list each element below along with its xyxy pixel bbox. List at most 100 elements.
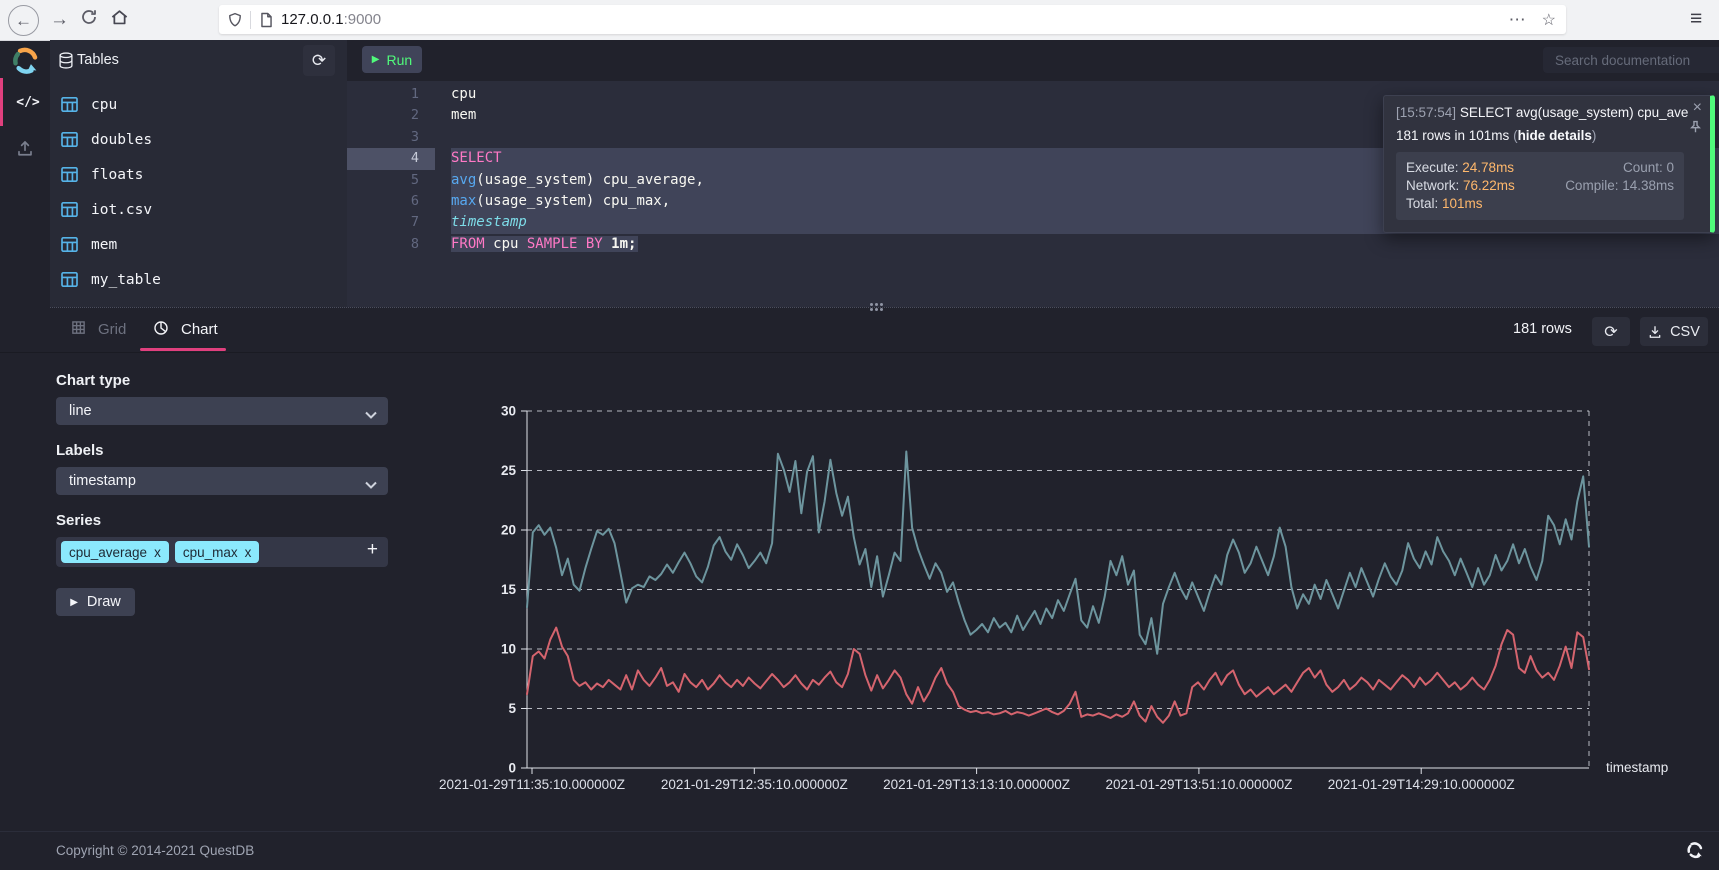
add-series-button[interactable]: + [367, 539, 378, 561]
questdb-logo[interactable] [11, 46, 40, 80]
table-row[interactable]: my_table [50, 262, 347, 297]
browser-refresh-icon[interactable] [80, 8, 98, 30]
svg-text:5: 5 [508, 701, 516, 716]
svg-text:15: 15 [501, 582, 517, 597]
csv-export-button[interactable]: CSV [1640, 317, 1708, 346]
page-icon [260, 12, 273, 28]
browser-menu-icon[interactable]: ≡ [1690, 8, 1702, 29]
bookmark-star-icon[interactable]: ☆ [1542, 10, 1556, 30]
remove-series-icon[interactable]: x [245, 545, 252, 560]
questdb-footer-logo[interactable] [1686, 841, 1704, 864]
url-text: 127.0.0.1:9000 [281, 11, 381, 28]
browser-toolbar: ← → 127.0.0.1:9000 [0, 0, 1719, 41]
notification-summary: 181 rows in 101ms (hide details) [1396, 128, 1596, 143]
table-icon [61, 97, 78, 112]
tables-panel-title: Tables [77, 52, 119, 68]
chart-type-label: Chart type [56, 372, 130, 389]
svg-text:2021-01-29T13:51:10.000000Z: 2021-01-29T13:51:10.000000Z [1105, 777, 1292, 792]
svg-text:0: 0 [508, 761, 516, 776]
svg-text:2021-01-29T12:35:10.000000Z: 2021-01-29T12:35:10.000000Z [661, 777, 848, 792]
download-icon [1648, 325, 1662, 339]
pane-drag-handle[interactable] [870, 303, 873, 306]
table-name: doubles [91, 132, 152, 148]
svg-text:25: 25 [501, 463, 517, 478]
line-number: 3 [347, 127, 435, 148]
questdb-console-window: ← → 127.0.0.1:9000 [0, 0, 1719, 870]
browser-forward-icon[interactable]: → [50, 10, 69, 29]
svg-text:10: 10 [501, 642, 516, 657]
pin-icon[interactable] [1690, 120, 1701, 138]
line-number: 6 [347, 191, 435, 212]
svg-text:2021-01-29T11:35:10.000000Z: 2021-01-29T11:35:10.000000Z [439, 777, 625, 792]
tab-chart[interactable]: Chart [153, 308, 218, 351]
database-icon [58, 52, 74, 69]
svg-text:20: 20 [501, 523, 516, 538]
table-row[interactable]: floats [50, 157, 347, 192]
series-input[interactable]: cpu_average x cpu_max x + [56, 537, 388, 567]
address-bar[interactable]: 127.0.0.1:9000 ⋯ ☆ [219, 5, 1566, 34]
close-icon[interactable]: × [1693, 99, 1702, 117]
remove-series-icon[interactable]: x [154, 545, 161, 560]
upload-icon [16, 139, 34, 162]
series-chip-label: cpu_max [183, 545, 238, 560]
shield-icon[interactable] [228, 12, 242, 28]
tab-grid[interactable]: Grid [71, 308, 126, 351]
browser-home-icon[interactable] [110, 8, 129, 31]
table-row[interactable]: iot.csv [50, 192, 347, 227]
grid-icon [71, 320, 86, 339]
svg-text:30: 30 [501, 404, 516, 419]
notification-query: [15:57:54] SELECT avg(usage_system) cpu_… [1396, 105, 1688, 120]
play-icon: ▶ [70, 597, 78, 608]
table-name: iot.csv [91, 202, 152, 218]
editor-toolbar: ▶ Run [347, 40, 1719, 81]
footer: Copyright © 2014-2021 QuestDB [0, 831, 1719, 870]
search-documentation-input[interactable] [1543, 47, 1719, 73]
table-icon [61, 202, 78, 217]
svg-text:timestamp: timestamp [1606, 760, 1668, 775]
line-number: 4 [347, 148, 435, 169]
labels-label: Labels [56, 442, 104, 459]
series-chip[interactable]: cpu_average x [61, 541, 169, 563]
series-chip[interactable]: cpu_max x [175, 541, 260, 563]
copyright-text: Copyright © 2014-2021 QuestDB [56, 843, 254, 858]
table-icon [61, 272, 78, 287]
query-timing-details: Execute: 24.78ms Count: 0 Network: 76.22… [1396, 152, 1684, 220]
svg-text:2021-01-29T14:29:10.000000Z: 2021-01-29T14:29:10.000000Z [1328, 777, 1515, 792]
table-name: floats [91, 167, 143, 183]
line-number: 1 [347, 84, 435, 105]
table-icon [61, 132, 78, 147]
table-icon [61, 167, 78, 182]
results-refresh-button[interactable]: ⟳ [1592, 317, 1630, 346]
chevron-down-icon [365, 406, 377, 424]
labels-select[interactable]: timestamp [56, 467, 388, 495]
series-chip-label: cpu_average [69, 545, 147, 560]
tables-panel: Tables ⟳ cpu doubles floats iot.csv mem my_ta… [50, 40, 347, 307]
divider [250, 11, 251, 29]
line-number: 2 [347, 105, 435, 126]
tables-refresh-button[interactable]: ⟳ [303, 45, 335, 76]
browser-back-icon[interactable]: ← [8, 5, 39, 36]
overflow-dots-icon[interactable]: ⋯ [1509, 10, 1526, 30]
series-label: Series [56, 512, 101, 529]
svg-text:2021-01-29T13:13:10.000000Z: 2021-01-29T13:13:10.000000Z [883, 777, 1070, 792]
draw-button[interactable]: ▶ Draw [56, 588, 135, 616]
row-count: 181 rows [1513, 321, 1572, 337]
rail-item-import[interactable] [0, 126, 50, 174]
line-number: 7 [347, 212, 435, 233]
table-icon [61, 237, 78, 252]
table-name: mem [91, 237, 117, 253]
line-number: 5 [347, 170, 435, 191]
query-notification-popup: [15:57:54] SELECT avg(usage_system) cpu_… [1383, 95, 1715, 233]
editor-line: 8FROM cpu SAMPLE BY 1m; [347, 234, 1719, 255]
pie-chart-icon [153, 320, 169, 340]
chart-type-select[interactable]: line [56, 397, 388, 425]
tables-panel-header: Tables ⟳ [50, 40, 347, 81]
table-row[interactable]: mem [50, 227, 347, 262]
line-chart: 0 5 10 15 20 25 30 2021-01-29T11:35:10.000000Z 2… [420, 360, 1719, 800]
rail-item-sql-editor[interactable]: </> [0, 78, 53, 126]
table-row[interactable]: cpu [50, 87, 347, 122]
table-row[interactable]: doubles [50, 122, 347, 157]
run-button[interactable]: ▶ Run [362, 46, 422, 73]
results-toolbar: Grid Chart 181 rows ⟳ CSV [0, 308, 1719, 353]
hide-details-link[interactable]: hide details [1518, 128, 1592, 143]
